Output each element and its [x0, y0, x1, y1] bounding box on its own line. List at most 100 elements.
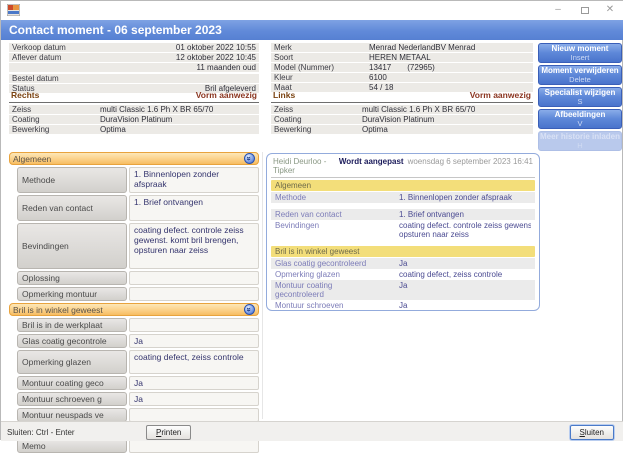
- lens-row: Zeiss multi Classic 1.6 Ph X BR 65/70: [271, 105, 533, 114]
- field-label: Opmerking montuur: [17, 287, 127, 301]
- close-dialog-button[interactable]: Sluiten: [570, 425, 614, 440]
- info-label: Verkoop datum: [12, 43, 66, 52]
- field-memo: Memo: [17, 439, 259, 453]
- info-label: Aflever datum: [12, 53, 61, 62]
- montuur-coating-input[interactable]: Ja: [129, 376, 259, 390]
- panel-divider: [262, 152, 263, 419]
- lens-status-badge: Vorm aanwezig: [196, 90, 257, 100]
- field-label: Opmerking glazen: [17, 350, 127, 374]
- field-oplossing: Oplossing: [17, 271, 259, 285]
- opmerking-glazen-input[interactable]: coating defect, zeiss controle: [129, 350, 259, 374]
- info-value: 11 maanden oud: [197, 63, 256, 72]
- afbeeldingen-button[interactable]: Afbeeldingen V: [538, 109, 622, 129]
- info-row: Kleur 6100: [271, 73, 533, 82]
- lens-row: Coating DuraVision Platinum: [9, 115, 259, 124]
- bevindingen-input[interactable]: coating defect. controle zeiss gewenst. …: [129, 223, 259, 269]
- specialist-wijzigen-button[interactable]: Specialist wijzigen S: [538, 87, 622, 107]
- info-value: 12 oktober 2022 10:45: [176, 53, 256, 62]
- info-label: Merk: [274, 43, 369, 52]
- collapse-chevron-icon[interactable]: »: [244, 153, 255, 164]
- field-label: Methode: [17, 167, 127, 193]
- history-section-title: Bril is in winkel geweest: [271, 246, 535, 257]
- history-status-badge: Wordt aangepast: [339, 157, 404, 166]
- lens-section-links: Links Vorm aanwezig Zeiss multi Classic …: [271, 90, 533, 135]
- field-label: Memo: [17, 439, 127, 453]
- info-value: Menrad NederlandBV Menrad: [369, 43, 475, 52]
- collapse-chevron-icon[interactable]: »: [244, 304, 255, 315]
- info-value: 01 oktober 2022 10:55: [176, 43, 256, 52]
- montuur-neuspads-input[interactable]: [129, 408, 259, 422]
- info-row: Verkoop datum 01 oktober 2022 10:55: [9, 43, 259, 52]
- lens-status-badge: Vorm aanwezig: [470, 90, 531, 100]
- werkplaats-input[interactable]: [129, 318, 259, 332]
- window-titlebar: – ✕: [1, 1, 623, 20]
- info-label: Bestel datum: [12, 74, 59, 83]
- history-row: Montuur coating gecontroleerd Ja: [271, 280, 535, 300]
- lens-row: Bewerking Optima: [9, 125, 259, 134]
- field-montuur-coating: Montuur coating geco Ja: [17, 376, 259, 390]
- history-header: Heidi Deurloo - Tipker Wordt aangepast w…: [271, 156, 535, 178]
- lens-row: Bewerking Optima: [271, 125, 533, 134]
- close-icon[interactable]: ✕: [602, 3, 618, 17]
- info-value: 13417: [369, 63, 391, 72]
- history-section-title: Algemeen: [271, 180, 535, 191]
- section-title: Algemeen: [13, 154, 51, 164]
- info-label: Soort: [274, 53, 369, 62]
- lens-header: Links Vorm aanwezig: [271, 90, 533, 103]
- dialog-title: Contact moment - 06 september 2023: [1, 20, 623, 40]
- montuur-schroeven-input[interactable]: Ja: [129, 392, 259, 406]
- info-row: Model (Nummer) 13417 (72965): [271, 63, 533, 72]
- close-shortcut-hint: Sluiten: Ctrl - Enter: [7, 428, 75, 437]
- methode-input[interactable]: 1. Binnenlopen zonder afspraak: [129, 167, 259, 193]
- lens-header: Rechts Vorm aanwezig: [9, 90, 259, 103]
- lens-row: Zeiss multi Classic 1.6 Ph X BR 65/70: [9, 105, 259, 114]
- info-row: Soort HEREN METAAL: [271, 53, 533, 62]
- contact-form: Algemeen » Methode 1. Binnenlopen zonder…: [9, 152, 259, 455]
- field-glas-coating: Glas coatig gecontrole Ja: [17, 334, 259, 348]
- memo-input[interactable]: [129, 439, 259, 453]
- history-row: Glas coatig gecontroleerd Ja: [271, 258, 535, 269]
- glas-coating-input[interactable]: Ja: [129, 334, 259, 348]
- history-row: Opmerking glazen coating defect, zeiss c…: [271, 269, 535, 280]
- history-row: Reden van contact 1. Brief ontvangen: [271, 209, 535, 220]
- history-row: Montuur schroeven gecontroleerd Ja: [271, 300, 535, 311]
- field-label: Montuur coating geco: [17, 376, 127, 390]
- nieuw-moment-button[interactable]: Nieuw moment Insert: [538, 43, 622, 63]
- field-montuur-neuspads: Montuur neuspads ve: [17, 408, 259, 422]
- field-bevindingen: Bevindingen coating defect. controle zei…: [17, 223, 259, 269]
- lens-section-rechts: Rechts Vorm aanwezig Zeiss multi Classic…: [9, 90, 259, 135]
- field-label: Oplossing: [17, 271, 127, 285]
- field-opmerking-glazen: Opmerking glazen coating defect, zeiss c…: [17, 350, 259, 374]
- oplossing-input[interactable]: [129, 271, 259, 285]
- opmerking-montuur-input[interactable]: [129, 287, 259, 301]
- action-button-column: Nieuw moment Insert Moment verwijderen D…: [538, 43, 622, 153]
- order-dates-section: Verkoop datum 01 oktober 2022 10:55 Afle…: [9, 43, 259, 94]
- section-title: Bril is in winkel geweest: [13, 305, 103, 315]
- field-reden-van-contact: Reden van contact 1. Brief ontvangen: [17, 195, 259, 221]
- history-panel: Heidi Deurloo - Tipker Wordt aangepast w…: [266, 153, 540, 311]
- contact-moment-dialog: { "window": { "title": "Contact moment -…: [0, 0, 623, 440]
- minimize-icon[interactable]: –: [550, 3, 566, 17]
- history-author: Heidi Deurloo - Tipker: [273, 157, 339, 175]
- history-timestamp: woensdag 6 september 2023 16:41: [408, 157, 533, 166]
- history-row: Methode 1. Binnenlopen zonder afspraak: [271, 192, 535, 203]
- info-label: Kleur: [274, 73, 369, 82]
- reden-input[interactable]: 1. Brief ontvangen: [129, 195, 259, 221]
- field-label: Reden van contact: [17, 195, 127, 221]
- lens-title: Rechts: [11, 90, 39, 100]
- field-methode: Methode 1. Binnenlopen zonder afspraak: [17, 167, 259, 193]
- maximize-icon[interactable]: [577, 3, 593, 19]
- info-extra: (72965): [407, 63, 435, 72]
- lens-title: Links: [273, 90, 295, 100]
- app-icon: [7, 4, 20, 16]
- footer-bar: Sluiten: Ctrl - Enter Printen Sluiten: [1, 421, 623, 441]
- print-button[interactable]: Printen: [146, 425, 191, 440]
- history-row: Bevindingen coating defect. controle zei…: [271, 220, 535, 240]
- lens-row: Coating DuraVision Platinum: [271, 115, 533, 124]
- moment-verwijderen-button[interactable]: Moment verwijderen Delete: [538, 65, 622, 85]
- frame-info-section: Merk Menrad NederlandBV Menrad Soort HER…: [271, 43, 533, 93]
- info-value: HEREN METAAL: [369, 53, 431, 62]
- section-header-bril-winkel: Bril is in winkel geweest »: [9, 303, 259, 316]
- field-werkplaats: Bril is in de werkplaat: [17, 318, 259, 332]
- info-row: Bestel datum: [9, 74, 259, 83]
